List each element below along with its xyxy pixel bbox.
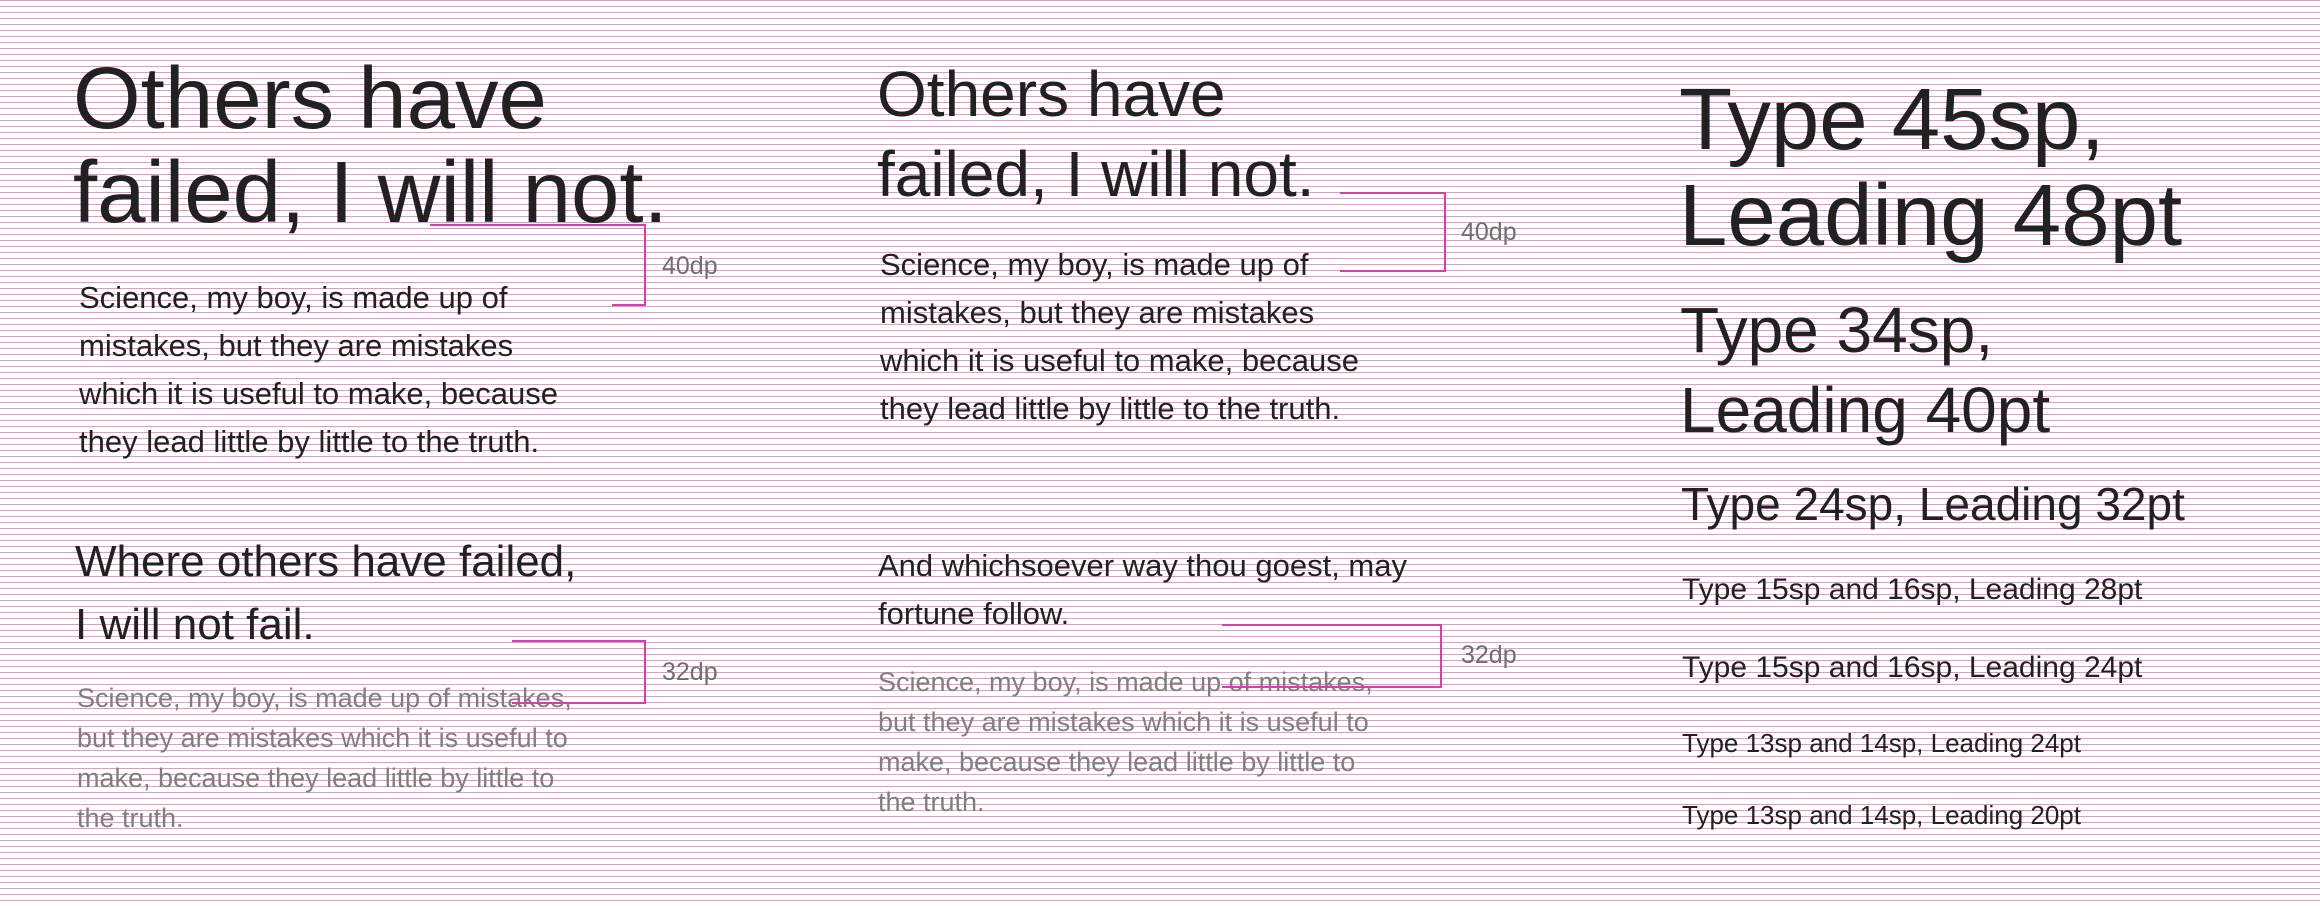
left-spacing-label-32dp: 32dp [662,658,718,686]
type-sample-24sp: Type 24sp, Leading 32pt [1681,478,2185,530]
middle-spacing-label-32dp: 32dp [1461,641,1517,669]
type-sample-16sp-24pt: Type 15sp and 16sp, Leading 24pt [1682,651,2143,684]
type-sample-14sp-24pt: Type 13sp and 14sp, Leading 24pt [1682,728,2081,758]
middle-spacing-bracket-40dp [1340,192,1446,272]
type-sample-34sp: Type 34sp, Leading 40pt [1680,294,2051,446]
left-body-large: Science, my boy, is made up of mistakes,… [79,280,559,459]
left-heading-large: Others have failed, I will not. [73,50,668,241]
type-sample-14sp-20pt: Type 13sp and 14sp, Leading 20pt [1682,800,2081,830]
left-body-small: Science, my boy, is made up of mistakes,… [77,683,572,833]
type-sample-16sp-28pt: Type 15sp and 16sp, Leading 28pt [1682,573,2143,606]
middle-spacing-label-40dp: 40dp [1461,218,1517,246]
middle-body-large: Science, my boy, is made up of mistakes,… [880,247,1360,426]
type-sample-45sp: Type 45sp, Leading 48pt [1679,71,2183,264]
left-heading-small: Where others have failed, I will not fai… [75,537,577,649]
left-spacing-label-40dp: 40dp [662,252,718,280]
left-spacing-bracket-32dp [512,640,646,704]
middle-heading-large: Others have failed, I will not. [877,58,1315,210]
middle-spacing-bracket-32dp [1222,624,1442,688]
left-spacing-bracket-40dp [612,224,646,306]
